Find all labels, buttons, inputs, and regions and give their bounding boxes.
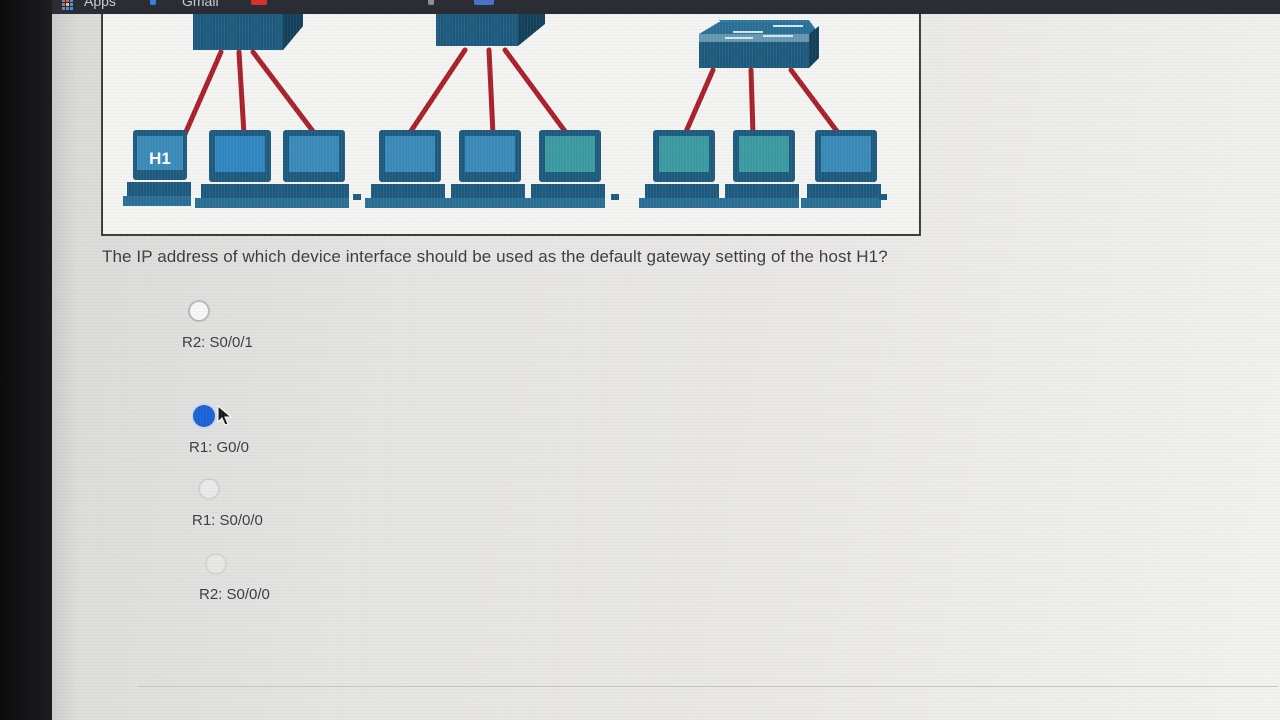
monitor-bezel [0, 0, 52, 720]
cable [236, 49, 247, 137]
pc-icon [445, 130, 525, 208]
apps-grid-icon [62, 0, 76, 10]
pc-icon [365, 130, 445, 208]
question-text: The IP address of which device interface… [102, 247, 888, 266]
radio-button[interactable] [198, 478, 220, 500]
cable [748, 67, 756, 137]
pc-icon [195, 130, 275, 208]
pc-icon [639, 130, 719, 208]
host-label: H1 [149, 149, 171, 168]
pc-icon [525, 130, 619, 208]
page-content: H1 The IP address of which device interf… [38, 14, 1280, 720]
pc-icon [719, 130, 799, 208]
bookmark-gmail[interactable]: Gmail [182, 0, 219, 9]
bookmark-icon[interactable] [474, 0, 494, 5]
radio-button[interactable] [188, 300, 210, 322]
radio-button[interactable] [205, 553, 227, 575]
mouse-cursor-icon [217, 405, 233, 426]
cable [182, 49, 224, 137]
radio-button-selected[interactable] [193, 405, 215, 427]
cable [788, 67, 842, 137]
pc-icon [801, 130, 887, 208]
cable [682, 67, 716, 137]
option-label: R1: S0/0/0 [192, 512, 263, 529]
bookmark-apps[interactable]: Apps [62, 0, 116, 10]
option-label: R1: G0/0 [189, 439, 250, 456]
router-icon [436, 14, 545, 46]
divider [138, 686, 1278, 687]
switch-icon [699, 20, 819, 68]
facebook-icon[interactable] [150, 0, 156, 5]
cable [502, 47, 570, 137]
topology-svg: H1 [123, 14, 887, 208]
network-topology-diagram: H1 [101, 14, 921, 236]
router-icon [193, 14, 303, 50]
cable [250, 49, 318, 137]
cable [406, 47, 468, 137]
pc-icon [269, 130, 361, 208]
bookmark-icon[interactable] [428, 0, 434, 5]
cable [486, 47, 496, 137]
option-label: R2: S0/0/1 [182, 334, 253, 351]
pc-icon [123, 130, 191, 206]
option-label: R2: S0/0/0 [199, 586, 270, 603]
youtube-icon[interactable] [251, 0, 267, 5]
bookmark-apps-label: Apps [84, 0, 116, 9]
